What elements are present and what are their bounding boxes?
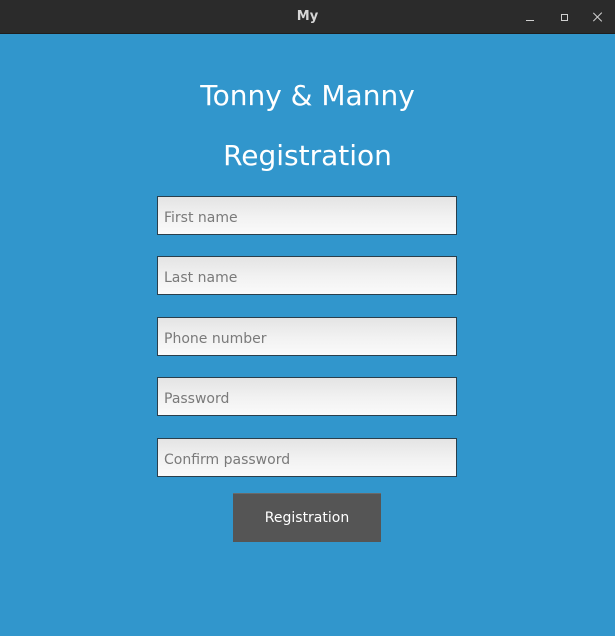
registration-button[interactable]: Registration [233,493,381,542]
password-input[interactable] [157,377,457,416]
minimize-button[interactable] [519,6,541,28]
app-title: Tonny & Manny [200,79,415,112]
close-icon [593,12,603,22]
minimize-icon [526,19,534,21]
maximize-button[interactable] [553,6,575,28]
maximize-icon [560,13,568,21]
close-button[interactable] [587,6,609,28]
last-name-input[interactable] [157,256,457,295]
title-bar[interactable]: My [0,0,615,34]
first-name-input[interactable] [157,196,457,235]
app-window: My Tonny & Manny Registration Registrati… [0,0,615,636]
form-title: Registration [223,139,392,172]
confirm-password-input[interactable] [157,438,457,477]
phone-number-input[interactable] [157,317,457,356]
